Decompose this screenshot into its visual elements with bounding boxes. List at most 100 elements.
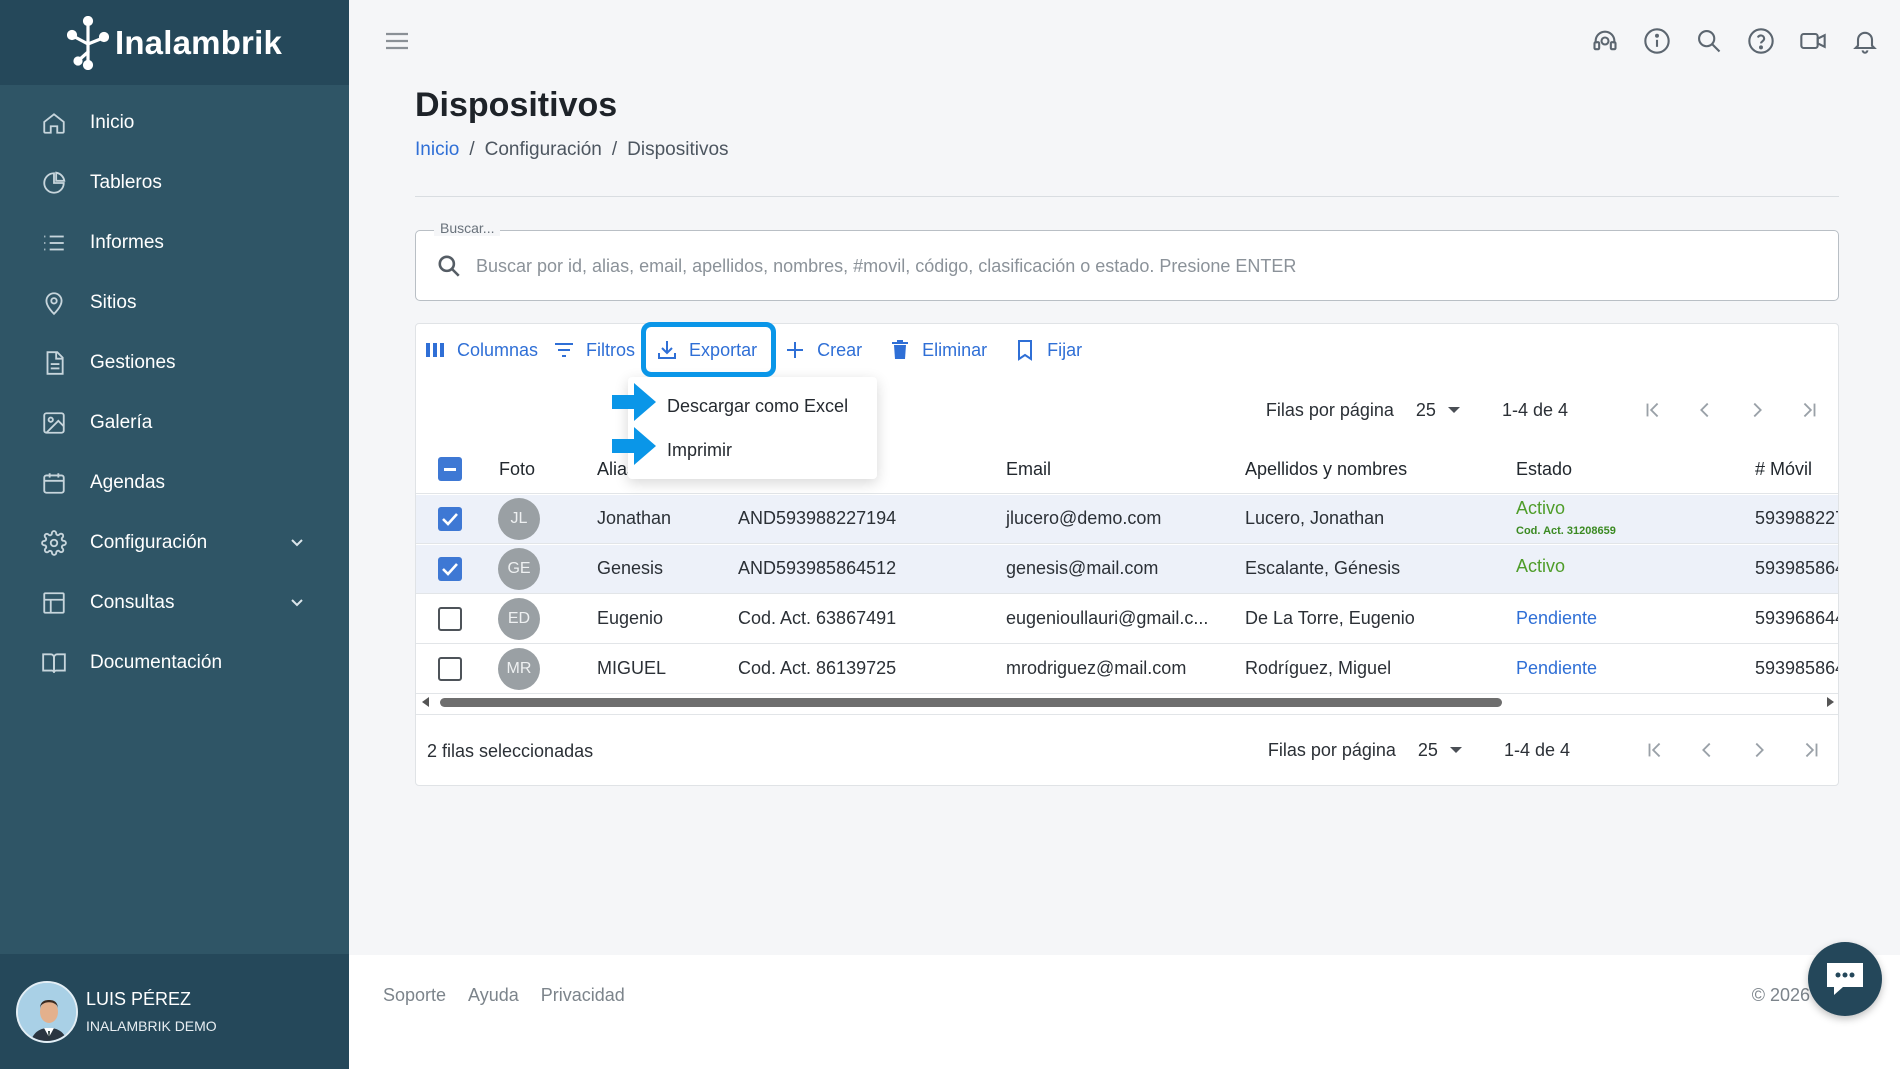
cell-name: De La Torre, Eugenio [1245,608,1415,628]
search-icon[interactable] [1694,26,1724,56]
scroll-left-icon[interactable] [422,697,429,707]
sidebar-item-label: Sitios [90,292,137,313]
delete-button[interactable]: Eliminar [870,330,995,370]
table-row[interactable]: JL Jonathan AND593988227194 jlucero@demo… [416,495,1838,544]
column-header-foto[interactable]: Foto [499,459,535,480]
page-range: 1-4 de 4 [1503,739,1570,760]
page-footer: Soporte Ayuda Privacidad © 2026 [349,955,1900,1069]
first-page-icon[interactable] [1642,399,1664,421]
sidebar-nav: Inicio Tableros Informes Sitios Gestione… [0,85,349,693]
brand-logo[interactable]: Inalambrik [0,0,349,85]
prev-page-icon[interactable] [1694,399,1716,421]
column-header-email[interactable]: Email [1006,459,1051,480]
select-all-checkbox[interactable] [438,457,462,481]
table-row[interactable]: GE Genesis AND593985864512 genesis@mail.… [416,545,1838,594]
rows-per-page-value: 25 [1417,739,1438,760]
row-checkbox[interactable] [438,607,462,631]
column-header-status[interactable]: Estado [1516,459,1572,480]
menu-item-download-excel[interactable]: Descargar como Excel [628,384,877,428]
chat-button[interactable] [1808,942,1882,1016]
export-button[interactable]: Exportar [643,330,765,370]
row-checkbox[interactable] [438,507,462,531]
filters-button[interactable]: Filtros [546,330,643,370]
sidebar-item-tableros[interactable]: Tableros [0,153,349,213]
first-page-icon[interactable] [1644,739,1666,761]
sidebar-item-gestiones[interactable]: Gestiones [0,333,349,393]
plus-icon [787,342,804,358]
avatar: GE [498,548,540,590]
footer-link-privacidad[interactable]: Privacidad [541,985,625,1006]
video-icon[interactable] [1798,26,1828,56]
next-page-icon[interactable] [1748,739,1770,761]
sidebar-item-documentacion[interactable]: Documentación [0,633,349,693]
document-icon [40,349,68,377]
bell-icon[interactable] [1850,26,1880,56]
cell-code: Cod. Act. 63867491 [738,608,897,628]
table-footer: 2 filas seleccionadas Filas por página 2… [416,714,1838,785]
sidebar-item-sitios[interactable]: Sitios [0,273,349,333]
status-badge: Activo [1516,556,1566,576]
sidebar-item-label: Documentación [90,652,223,673]
footer-link-soporte[interactable]: Soporte [383,985,446,1006]
search-label: Buscar... [434,220,501,236]
arrow-pointer-icon [612,383,656,421]
pin-label: Fijar [1047,339,1083,360]
sidebar-item-label: Tableros [90,172,162,193]
sidebar-item-informes[interactable]: Informes [0,213,349,273]
chat-icon [1827,963,1863,995]
selected-rows-count: 2 filas seleccionadas [427,741,594,761]
support-agent-icon[interactable] [1590,26,1620,56]
filter-icon [555,343,574,357]
row-checkbox[interactable] [438,557,462,581]
column-header-name[interactable]: Apellidos y nombres [1245,459,1407,480]
last-page-icon[interactable] [1800,739,1822,761]
breadcrumb-link-inicio[interactable]: Inicio [415,139,459,161]
table-row[interactable]: MR MIGUEL Cod. Act. 86139725 mrodriguez@… [416,645,1839,694]
cell-email: eugenioullauri@gmail.c... [1006,608,1209,628]
user-organization: INALAMBRIK DEMO [86,1018,217,1034]
prev-page-icon[interactable] [1696,739,1718,761]
footer-link-ayuda[interactable]: Ayuda [468,985,519,1006]
sidebar-item-configuracion[interactable]: Configuración [0,513,349,573]
columns-button[interactable]: Columnas [416,330,546,370]
rows-per-page-select[interactable]: 25 [1418,740,1462,761]
status-badge: Pendiente [1516,658,1598,678]
brand-name: Inalambrik [114,23,283,61]
scroll-right-icon[interactable] [1827,697,1834,707]
scrollbar-thumb[interactable] [440,698,1502,707]
search-input[interactable] [476,247,1816,285]
bookmark-icon [1018,340,1033,361]
sidebar-item-agendas[interactable]: Agendas [0,453,349,513]
row-checkbox[interactable] [438,657,462,681]
create-button[interactable]: Crear [765,330,870,370]
sidebar-item-label: Informes [90,232,164,253]
last-page-icon[interactable] [1798,399,1820,421]
rows-per-page-value: 25 [1415,399,1436,420]
filters-label: Filtros [586,339,636,360]
horizontal-scrollbar[interactable] [416,694,1838,710]
cell-mobile: 593985864 [1755,658,1839,678]
cell-name: Rodríguez, Miguel [1245,658,1392,678]
help-icon[interactable] [1746,26,1776,56]
info-icon[interactable] [1642,26,1672,56]
column-header-mobile[interactable]: # Móvil [1755,459,1812,480]
sidebar-item-label: Agendas [90,472,166,493]
cell-alias: MIGUEL [597,658,667,678]
next-page-icon[interactable] [1746,399,1768,421]
pagination-top: Filas por página 25 1-4 de 4 [1266,399,1820,421]
sidebar-item-label: Consultas [90,592,175,613]
sidebar-item-galeria[interactable]: Galería [0,393,349,453]
table-icon [40,589,68,617]
chevron-down-icon [289,534,305,550]
avatar: ED [498,598,540,640]
pin-button[interactable]: Fijar [995,330,1090,370]
menu-item-print[interactable]: Imprimir [628,428,877,472]
sidebar-item-inicio[interactable]: Inicio [0,93,349,153]
sidebar-item-label: Galería [90,412,153,433]
menu-icon[interactable] [384,30,410,52]
rows-per-page-label: Filas por página [1265,399,1394,420]
table-row[interactable]: ED Eugenio Cod. Act. 63867491 eugenioull… [416,595,1838,644]
sidebar-item-consultas[interactable]: Consultas [0,573,349,633]
user-profile[interactable]: LUIS PÉREZ INALAMBRIK DEMO [0,954,349,1069]
rows-per-page-select[interactable]: 25 [1416,400,1460,421]
